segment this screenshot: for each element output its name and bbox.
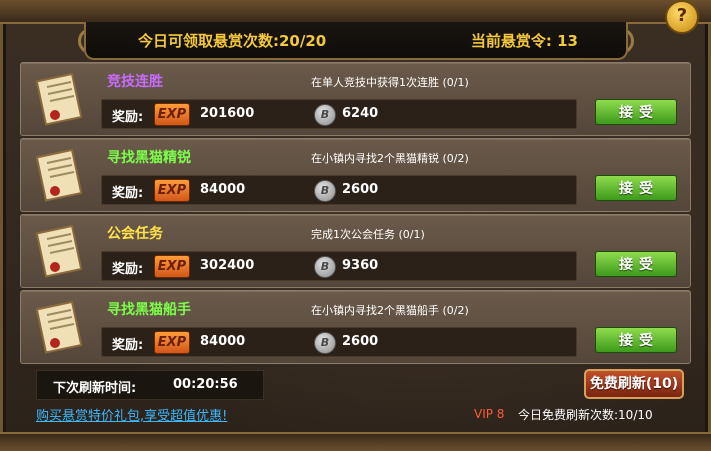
reward-label: 奖励: xyxy=(112,262,144,277)
reward-label: 奖励: xyxy=(112,338,144,353)
quest-card: 寻找黑猫精锐 在小镇内寻找2个黑猫精锐 (0/2) 奖励: EXP 84000 … xyxy=(20,138,691,212)
quest-description: 在单人竞技中获得1次连胜 (0/1) xyxy=(311,76,469,89)
reward-bar: 奖励: EXP 84000 B 2600 xyxy=(101,175,577,205)
reward-bar: 奖励: EXP 201600 B 6240 xyxy=(101,99,577,129)
reward-label: 奖励: xyxy=(112,110,144,125)
bounty-header: 今日可领取悬赏次数:20/20 当前悬赏令: 13 xyxy=(84,22,628,60)
exp-reward-value: 84000 xyxy=(200,334,246,349)
free-refresh-count: 今日免费刷新次数:10/10 xyxy=(518,408,653,422)
coin-icon: B xyxy=(314,104,336,126)
exp-icon: EXP xyxy=(154,103,190,126)
quest-description: 在小镇内寻找2个黑猫船手 (0/2) xyxy=(311,304,469,317)
promo-link[interactable]: 购买悬赏特价礼包,享受超值优惠! xyxy=(36,405,227,424)
coin-icon: B xyxy=(314,180,336,202)
quest-title: 公会任务 xyxy=(107,226,163,242)
quest-scroll-icon xyxy=(35,72,83,126)
current-tokens-text: 当前悬赏令: 13 xyxy=(470,32,578,50)
quest-description: 完成1次公会任务 (0/1) xyxy=(311,228,425,241)
quest-scroll-icon xyxy=(35,300,83,354)
help-button[interactable]: ? xyxy=(665,0,699,34)
exp-reward-value: 201600 xyxy=(200,106,255,121)
coin-reward-value: 9360 xyxy=(342,258,379,273)
reward-bar: 奖励: EXP 302400 B 9360 xyxy=(101,251,577,281)
next-refresh-box: 下次刷新时间: 00:20:56 xyxy=(36,370,264,400)
exp-reward-value: 84000 xyxy=(200,182,246,197)
quest-card: 寻找黑猫船手 在小镇内寻找2个黑猫船手 (0/2) 奖励: EXP 84000 … xyxy=(20,290,691,364)
next-refresh-label: 下次刷新时间: xyxy=(53,381,137,396)
quest-description: 在小镇内寻找2个黑猫精锐 (0/2) xyxy=(311,152,469,165)
coin-reward-value: 2600 xyxy=(342,334,379,349)
coin-reward-value: 2600 xyxy=(342,182,379,197)
bounty-panel: 今日可领取悬赏次数:20/20 当前悬赏令: 13 ? 竞技连胜 在单人竞技中获… xyxy=(0,0,711,451)
free-refresh-button[interactable]: 免费刷新(10) xyxy=(584,369,684,399)
accept-button[interactable]: 接受 xyxy=(595,251,677,277)
accept-button[interactable]: 接受 xyxy=(595,175,677,201)
coin-reward-value: 6240 xyxy=(342,106,379,121)
top-rope-bar xyxy=(0,0,711,24)
exp-icon: EXP xyxy=(154,331,190,354)
quest-card: 竞技连胜 在单人竞技中获得1次连胜 (0/1) 奖励: EXP 201600 B… xyxy=(20,62,691,136)
reward-label: 奖励: xyxy=(112,186,144,201)
vip-level: VIP 8 xyxy=(474,407,505,421)
quest-card: 公会任务 完成1次公会任务 (0/1) 奖励: EXP 302400 B 936… xyxy=(20,214,691,288)
reward-bar: 奖励: EXP 84000 B 2600 xyxy=(101,327,577,357)
bottom-rope-bar xyxy=(0,432,711,451)
quest-scroll-icon xyxy=(35,224,83,278)
exp-icon: EXP xyxy=(154,255,190,278)
accept-button[interactable]: 接受 xyxy=(595,99,677,125)
exp-icon: EXP xyxy=(154,179,190,202)
next-refresh-timer: 00:20:56 xyxy=(173,377,238,392)
exp-reward-value: 302400 xyxy=(200,258,255,273)
quest-title: 寻找黑猫船手 xyxy=(107,302,191,318)
accept-button[interactable]: 接受 xyxy=(595,327,677,353)
coin-icon: B xyxy=(314,256,336,278)
claims-today-text: 今日可领取悬赏次数:20/20 xyxy=(138,32,327,50)
quest-title: 寻找黑猫精锐 xyxy=(107,150,191,166)
quest-scroll-icon xyxy=(35,148,83,202)
quest-title: 竞技连胜 xyxy=(107,74,163,90)
coin-icon: B xyxy=(314,332,336,354)
